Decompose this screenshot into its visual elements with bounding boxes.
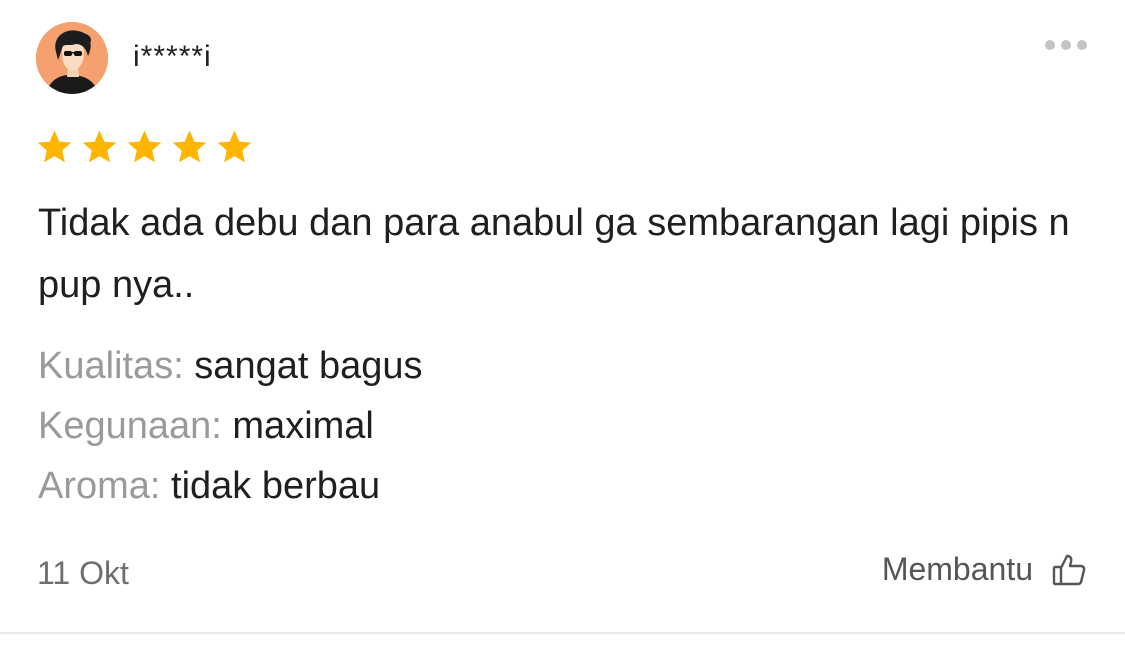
star-rating xyxy=(36,129,253,166)
username: i*****i xyxy=(133,40,212,73)
star-icon xyxy=(127,130,162,163)
attribute-value: maximal xyxy=(221,405,374,447)
attribute-value: sangat bagus xyxy=(183,345,423,387)
more-options-icon xyxy=(1045,40,1055,50)
attribute-label: Kegunaan: xyxy=(38,405,222,447)
star-icon xyxy=(217,130,252,163)
helpful-button[interactable]: Membantu xyxy=(882,551,1087,588)
review-card: i*****i Tidak ada debu dan para anabul g… xyxy=(0,0,1125,658)
more-options-dot xyxy=(1061,40,1071,50)
thumbs-up-icon xyxy=(1051,552,1087,588)
divider xyxy=(0,632,1125,634)
attribute-label: Aroma: xyxy=(38,465,161,507)
user-avatar-icon[interactable] xyxy=(36,22,108,94)
review-text: Tidak ada debu dan para anabul ga sembar… xyxy=(38,202,1070,306)
review-date: 11 Okt xyxy=(37,555,129,591)
review-attributes: Kualitas: sangat bagus Kegunaan: maximal A… xyxy=(38,336,1098,516)
more-options-dot xyxy=(1077,40,1087,50)
star-icon xyxy=(172,130,207,163)
attribute-row: Kualitas: sangat bagus xyxy=(38,336,1098,396)
attribute-row: Aroma: tidak berbau xyxy=(38,456,1098,516)
star-icon xyxy=(82,130,117,163)
helpful-label: Membantu xyxy=(881,551,1033,587)
attribute-value: tidak berbau xyxy=(160,465,381,507)
attribute-label: Kualitas: xyxy=(38,345,184,387)
more-options-button[interactable] xyxy=(1036,30,1096,60)
star-icon xyxy=(37,130,72,163)
attribute-row: Kegunaan: maximal xyxy=(38,396,1098,456)
